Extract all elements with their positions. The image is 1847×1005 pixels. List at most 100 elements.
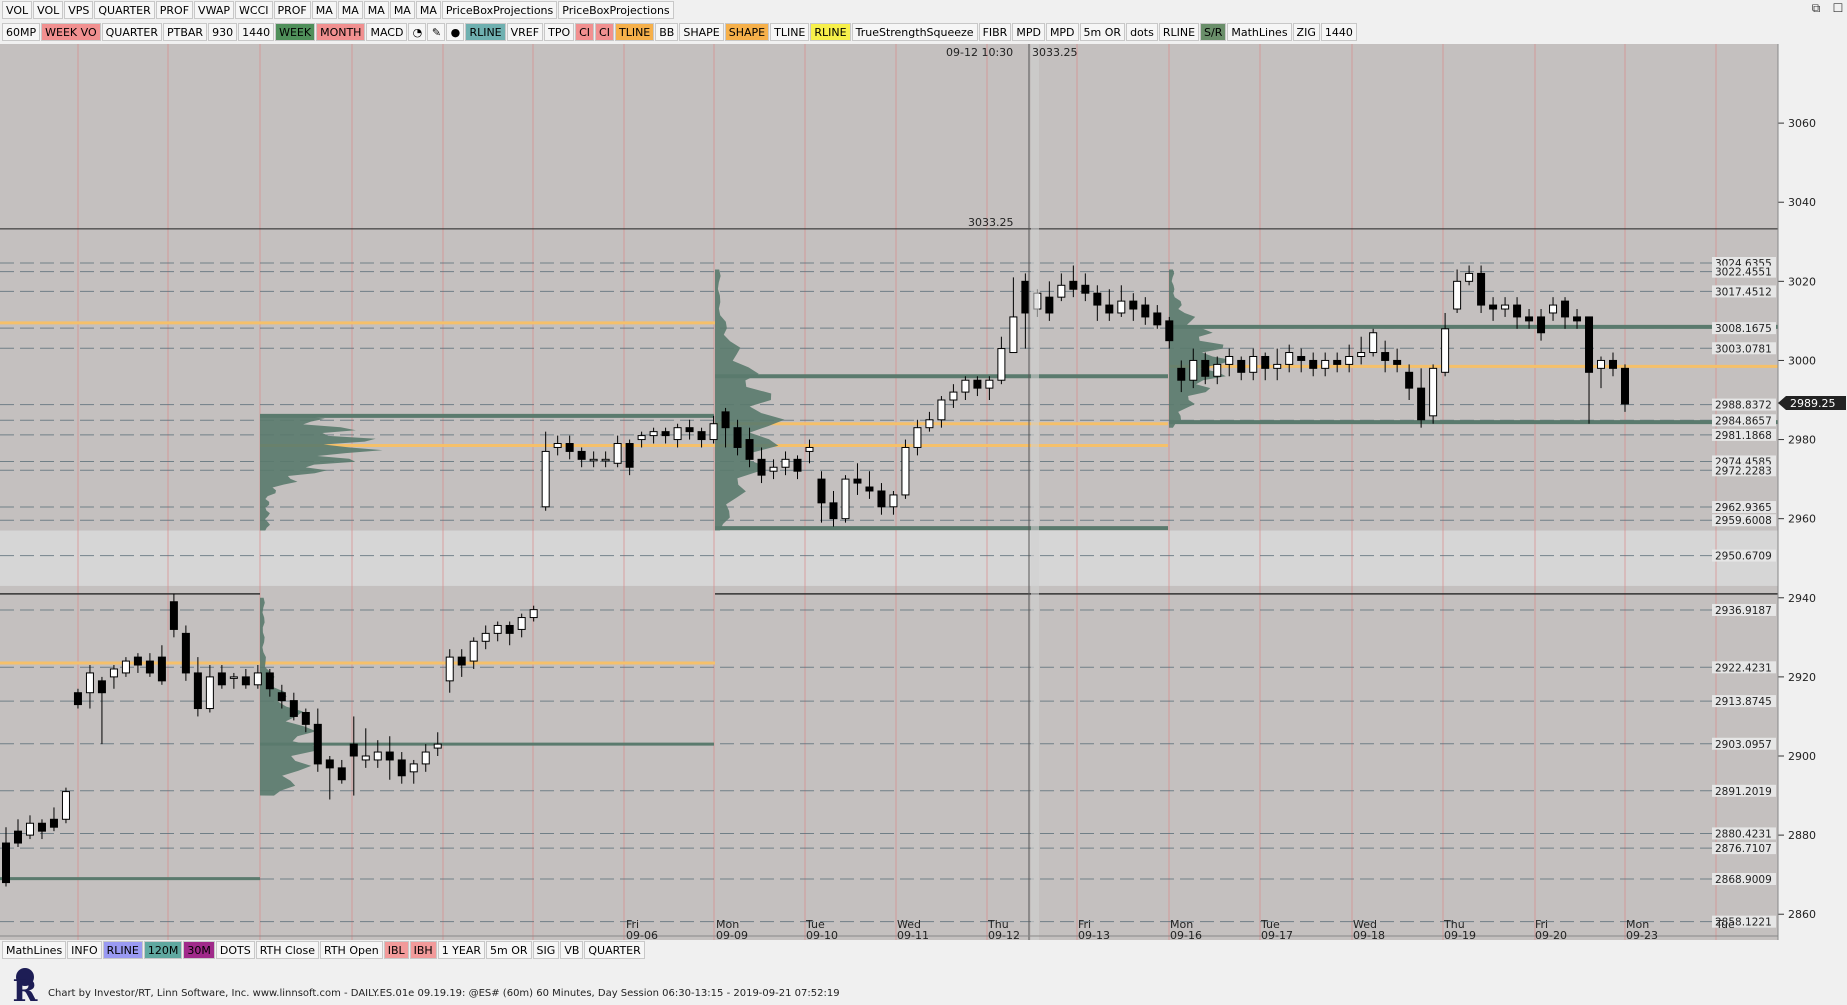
tool-icon[interactable]: ✎ bbox=[427, 23, 446, 41]
indicator-button[interactable]: 120M bbox=[143, 941, 183, 959]
indicator-button[interactable]: VB bbox=[560, 941, 584, 959]
indicator-button[interactable]: MPD bbox=[1012, 23, 1045, 41]
indicator-button[interactable]: 30M bbox=[183, 941, 215, 959]
indicator-button[interactable]: 930 bbox=[208, 23, 238, 41]
indicator-button[interactable]: CI bbox=[595, 23, 614, 41]
indicator-button[interactable]: QUARTER bbox=[584, 941, 645, 959]
indicator-button[interactable]: VOL bbox=[2, 1, 33, 19]
indicator-button[interactable]: 5m OR bbox=[486, 941, 532, 959]
indicator-button[interactable]: 1 YEAR bbox=[437, 941, 486, 959]
indicator-button[interactable]: PTBAR bbox=[163, 23, 208, 41]
candle-body bbox=[265, 672, 274, 690]
candle-body bbox=[1465, 272, 1474, 282]
indicator-button[interactable]: DOTS bbox=[215, 941, 255, 959]
candle-body bbox=[517, 617, 526, 630]
maximize-icon[interactable]: ☐ bbox=[1829, 0, 1847, 16]
indicator-button[interactable]: 1440 bbox=[1320, 23, 1357, 41]
candle-body bbox=[277, 692, 286, 702]
price-chart[interactable]: 09-12 10:30 3033.25 3033.25 2860 2880 2900 29… bbox=[0, 44, 1847, 944]
indicator-button[interactable]: ZIG bbox=[1292, 23, 1320, 41]
candle-body bbox=[757, 458, 766, 476]
candle-body bbox=[409, 763, 418, 773]
indicator-button[interactable]: QUARTER bbox=[94, 1, 155, 19]
candle-body bbox=[997, 348, 1006, 381]
indicator-button[interactable]: MA bbox=[415, 1, 441, 19]
candle-body bbox=[685, 427, 694, 433]
y-tick-label: 3020 bbox=[1788, 275, 1816, 288]
indicator-button[interactable]: MA bbox=[389, 1, 415, 19]
tool-icon[interactable]: ◔ bbox=[408, 23, 427, 41]
candle-body bbox=[1621, 367, 1629, 405]
indicator-button[interactable]: RTH Open bbox=[319, 941, 383, 959]
indicator-button[interactable]: VPS bbox=[64, 1, 94, 19]
candle-body bbox=[49, 818, 58, 828]
indicator-button[interactable]: dots bbox=[1126, 23, 1158, 41]
indicator-button[interactable]: MONTH bbox=[316, 23, 366, 41]
tool-icon[interactable]: ● bbox=[446, 23, 465, 41]
indicator-button[interactable]: RLINE bbox=[1158, 23, 1200, 41]
indicator-button[interactable]: 5m OR bbox=[1079, 23, 1126, 41]
candle-body bbox=[793, 458, 802, 472]
indicator-button[interactable]: WCCI bbox=[235, 1, 273, 19]
y-tick-label: 2940 bbox=[1788, 592, 1816, 605]
candle-body bbox=[133, 656, 142, 666]
time-label: 06:30 bbox=[1334, 942, 1366, 944]
indicator-button[interactable]: WEEK VO bbox=[41, 23, 101, 41]
indicator-button[interactable]: MACD bbox=[366, 23, 408, 41]
candle-body bbox=[25, 822, 34, 836]
candle-body bbox=[565, 443, 574, 452]
indicator-button[interactable]: MA bbox=[337, 1, 363, 19]
indicator-button[interactable]: BB bbox=[655, 23, 679, 41]
date-label: 09-12 bbox=[988, 929, 1020, 942]
indicator-button[interactable]: CI bbox=[575, 23, 595, 41]
indicator-button[interactable]: INFO bbox=[67, 941, 102, 959]
indicator-button[interactable]: MA bbox=[311, 1, 337, 19]
time-label: 06:30 bbox=[1152, 942, 1184, 944]
candle-body bbox=[1081, 284, 1090, 294]
indicator-button[interactable]: TLINE bbox=[770, 23, 810, 41]
indicator-button[interactable]: TrueStrengthSqueeze bbox=[851, 23, 978, 41]
indicator-button[interactable]: RLINE bbox=[102, 941, 143, 959]
candle-body bbox=[1165, 320, 1174, 342]
indicator-button[interactable]: MathLines bbox=[1227, 23, 1292, 41]
indicator-button[interactable]: RLINE bbox=[465, 23, 506, 41]
candle-body bbox=[1057, 284, 1066, 298]
indicator-button[interactable]: MathLines bbox=[2, 941, 67, 959]
indicator-button[interactable]: S/R bbox=[1200, 23, 1227, 41]
indicator-button[interactable]: PriceBoxProjections bbox=[441, 1, 558, 19]
y-tick-label: 3060 bbox=[1788, 117, 1816, 130]
candle-body bbox=[649, 431, 658, 437]
candle-body bbox=[337, 767, 346, 781]
indicator-button[interactable]: VOL bbox=[33, 1, 64, 19]
indicator-button[interactable]: SHAPE bbox=[679, 23, 724, 41]
indicator-button[interactable]: 1440 bbox=[238, 23, 275, 41]
crosshair-shade bbox=[1031, 44, 1039, 940]
indicator-button[interactable]: PriceBoxProjections bbox=[558, 1, 674, 19]
indicator-button[interactable]: TPO bbox=[544, 23, 575, 41]
candle-body bbox=[817, 478, 826, 504]
candle-body bbox=[1429, 367, 1438, 417]
candle-body bbox=[637, 435, 646, 441]
indicator-button[interactable]: IBH bbox=[409, 941, 437, 959]
candle-body bbox=[1513, 304, 1522, 318]
candle-body bbox=[1189, 359, 1198, 381]
restore-icon[interactable]: ⧉ bbox=[1807, 0, 1825, 16]
indicator-button[interactable]: IBL bbox=[383, 941, 409, 959]
indicator-button[interactable]: TLINE bbox=[614, 23, 655, 41]
indicator-button[interactable]: SHAPE bbox=[724, 23, 770, 41]
indicator-button[interactable]: PROF bbox=[273, 1, 311, 19]
indicator-button[interactable]: 60MP bbox=[2, 23, 41, 41]
indicator-button[interactable]: PROF bbox=[155, 1, 194, 19]
indicator-button[interactable]: MPD bbox=[1045, 23, 1079, 41]
indicator-button[interactable]: RLINE bbox=[810, 23, 851, 41]
indicator-button[interactable]: FIBR bbox=[978, 23, 1012, 41]
indicator-button[interactable]: VWAP bbox=[194, 1, 235, 19]
candle-body bbox=[1393, 359, 1402, 365]
indicator-button[interactable]: SIG bbox=[532, 941, 560, 959]
indicator-button[interactable]: WEEK bbox=[275, 23, 316, 41]
indicator-button[interactable]: VREF bbox=[506, 23, 544, 41]
indicator-button[interactable]: MA bbox=[363, 1, 389, 19]
indicator-button[interactable]: QUARTER bbox=[101, 23, 162, 41]
level-label: 3022.4551 bbox=[1715, 267, 1772, 279]
indicator-button[interactable]: RTH Close bbox=[255, 941, 319, 959]
